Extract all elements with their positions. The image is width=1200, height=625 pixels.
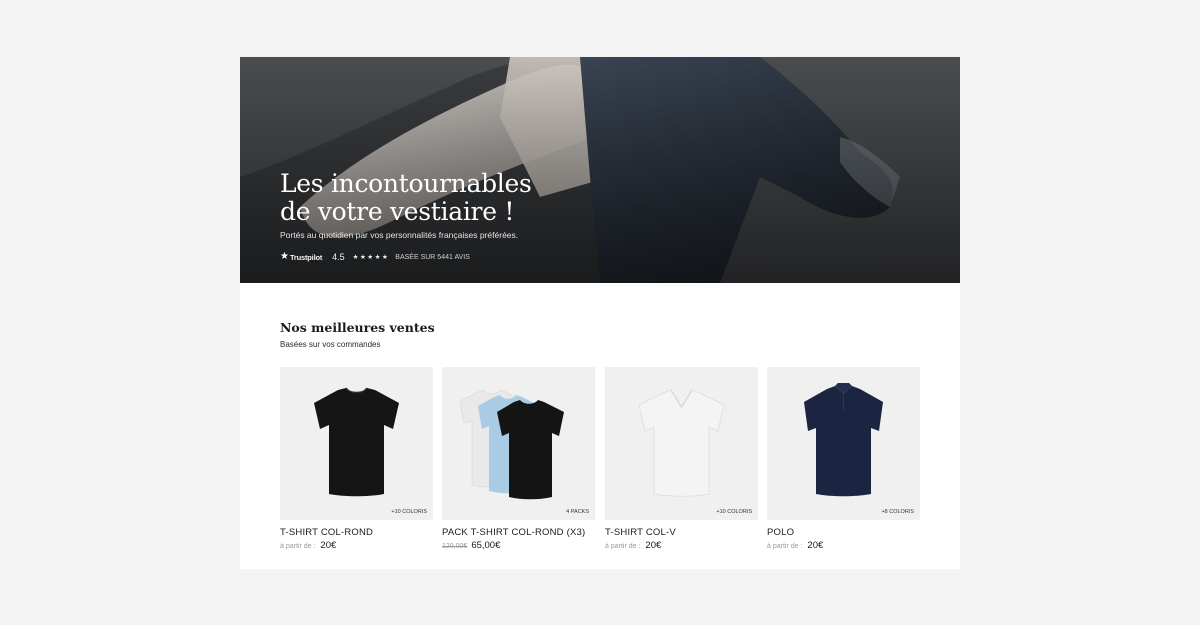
product-price: 20€: [645, 540, 662, 551]
product-price: 65,00€: [471, 540, 501, 551]
product-name[interactable]: PACK T-SHIRT COL-ROND (X3): [442, 527, 585, 538]
product-name[interactable]: T-SHIRT COL-V: [605, 527, 676, 538]
product-image[interactable]: +10 COLORIS: [605, 367, 758, 520]
price-row: à partir de : 20€: [280, 540, 336, 551]
product-name[interactable]: POLO: [767, 527, 794, 538]
polo-icon: [804, 383, 883, 497]
product-image[interactable]: 4 PACKS: [442, 367, 595, 520]
price-from-label: à partir de :: [605, 543, 641, 550]
section-subtitle: Basées sur vos commandes: [280, 340, 381, 349]
price-row: à partir de : 20€: [605, 540, 661, 551]
hero-title-line-1: Les incontournables: [280, 169, 532, 198]
price-from-label: à partir de :: [767, 543, 803, 550]
hero-subtitle: Portés au quotidien par vos personnalité…: [280, 230, 519, 240]
hero-banner[interactable]: Les incontournables de votre vestiaire !…: [240, 57, 960, 283]
rating-value: 4.5: [332, 252, 345, 262]
hero-title-line-2: de votre vestiaire !: [280, 197, 515, 226]
old-price: 120,00€: [442, 543, 468, 550]
product-card-tshirt-col-rond[interactable]: +10 COLORIS T-SHIRT COL-ROND à partir de…: [280, 367, 433, 557]
color-count-badge: +8 COLORIS: [881, 509, 914, 515]
section-title: Nos meilleures ventes: [280, 320, 435, 335]
star-icon: ★: [280, 251, 289, 262]
product-name[interactable]: T-SHIRT COL-ROND: [280, 527, 373, 538]
rating-basis: BASÉE SUR 5441 AVIS: [395, 253, 470, 261]
hero-title: Les incontournables de votre vestiaire !: [280, 170, 580, 226]
page-frame: Les incontournables de votre vestiaire !…: [240, 57, 960, 569]
product-card-polo[interactable]: +8 COLORIS POLO à partir de : 20€: [767, 367, 920, 557]
color-count-badge: +10 COLORIS: [716, 509, 752, 515]
price-row: 120,00€ 65,00€: [442, 540, 500, 551]
tshirt-icon: [638, 389, 725, 497]
color-count-badge: +10 COLORIS: [391, 509, 427, 515]
trustpilot-rating[interactable]: ★ Trustpilot 4.5 ★★★★★ BASÉE SUR 5441 AV…: [280, 251, 470, 263]
trustpilot-brand: Trustpilot: [289, 252, 323, 262]
pack-count-badge: 4 PACKS: [566, 509, 589, 515]
tshirt-pack-icon: [459, 389, 564, 500]
product-price: 20€: [807, 540, 824, 551]
rating-stars: ★★★★★: [352, 254, 390, 261]
product-image[interactable]: +10 COLORIS: [280, 367, 433, 520]
product-card-pack-tshirt[interactable]: 4 PACKS PACK T-SHIRT COL-ROND (X3) 120,0…: [442, 367, 595, 557]
tshirt-icon: [314, 387, 399, 497]
product-price: 20€: [320, 540, 337, 551]
price-row: à partir de : 20€: [767, 540, 823, 551]
price-from-label: à partir de :: [280, 543, 316, 550]
product-card-tshirt-col-v[interactable]: +10 COLORIS T-SHIRT COL-V à partir de : …: [605, 367, 758, 557]
product-image[interactable]: +8 COLORIS: [767, 367, 920, 520]
